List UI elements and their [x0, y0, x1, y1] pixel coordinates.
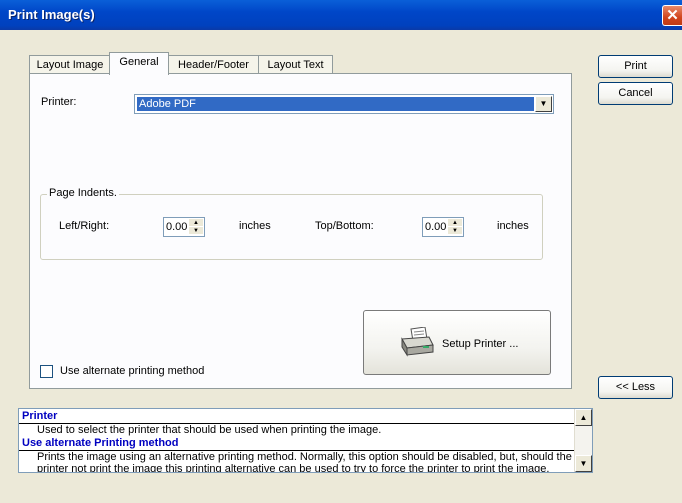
tab-layout-image[interactable]: Layout Image — [29, 55, 111, 74]
printer-selected-value: Adobe PDF — [137, 97, 534, 111]
page-indents-legend: Page Indents. — [47, 187, 119, 199]
tab-header-footer[interactable]: Header/Footer — [168, 55, 259, 74]
help-title-printer: Printer — [19, 409, 592, 424]
spin-down-icon[interactable]: ▼ — [448, 227, 462, 235]
title-bar[interactable]: Print Image(s) ✕ — [0, 0, 682, 30]
printer-label: Printer: — [41, 96, 77, 108]
cancel-button[interactable]: Cancel — [598, 82, 673, 105]
spin-down-icon[interactable]: ▼ — [189, 227, 203, 235]
left-right-unit: inches — [239, 220, 271, 232]
top-bottom-label: Top/Bottom: — [315, 220, 374, 232]
scroll-down-icon[interactable]: ▼ — [575, 455, 592, 472]
top-bottom-unit: inches — [497, 220, 529, 232]
checkbox-box[interactable] — [40, 365, 53, 378]
alt-method-label: Use alternate printing method — [60, 365, 205, 377]
close-button[interactable]: ✕ — [662, 5, 682, 26]
spin-up-icon[interactable]: ▲ — [189, 219, 203, 227]
tab-general[interactable]: General — [109, 52, 169, 75]
page-indents-group: Page Indents. Left/Right: 0.00 ▲ ▼ inche… — [40, 187, 543, 260]
less-button[interactable]: << Less — [598, 376, 673, 399]
left-right-label: Left/Right: — [59, 220, 110, 232]
window-title: Print Image(s) — [8, 7, 95, 22]
setup-printer-button[interactable]: Setup Printer ... — [363, 310, 551, 375]
help-panel[interactable]: Printer Used to select the printer that … — [18, 408, 593, 473]
setup-printer-label: Setup Printer ... — [442, 338, 519, 350]
print-button[interactable]: Print — [598, 55, 673, 78]
tab-layout-text[interactable]: Layout Text — [258, 55, 333, 74]
left-right-spinner[interactable]: 0.00 ▲ ▼ — [163, 217, 205, 237]
top-bottom-value: 0.00 — [425, 221, 447, 233]
printer-select[interactable]: Adobe PDF ▼ — [134, 94, 554, 114]
help-title-alternate: Use alternate Printing method — [19, 436, 592, 451]
general-tab-panel: Printer: Adobe PDF ▼ Page Indents. Left/… — [29, 73, 572, 389]
left-right-value: 0.00 — [166, 221, 188, 233]
dropdown-arrow-icon[interactable]: ▼ — [535, 96, 552, 112]
help-text-alternate: Prints the image using an alternative pr… — [37, 451, 572, 473]
scroll-up-icon[interactable]: ▲ — [575, 409, 592, 426]
printer-icon — [399, 326, 435, 360]
top-bottom-spinner[interactable]: 0.00 ▲ ▼ — [422, 217, 464, 237]
spin-up-icon[interactable]: ▲ — [448, 219, 462, 227]
help-text-printer: Used to select the printer that should b… — [37, 424, 382, 436]
help-scrollbar[interactable]: ▲ ▼ — [574, 409, 592, 472]
